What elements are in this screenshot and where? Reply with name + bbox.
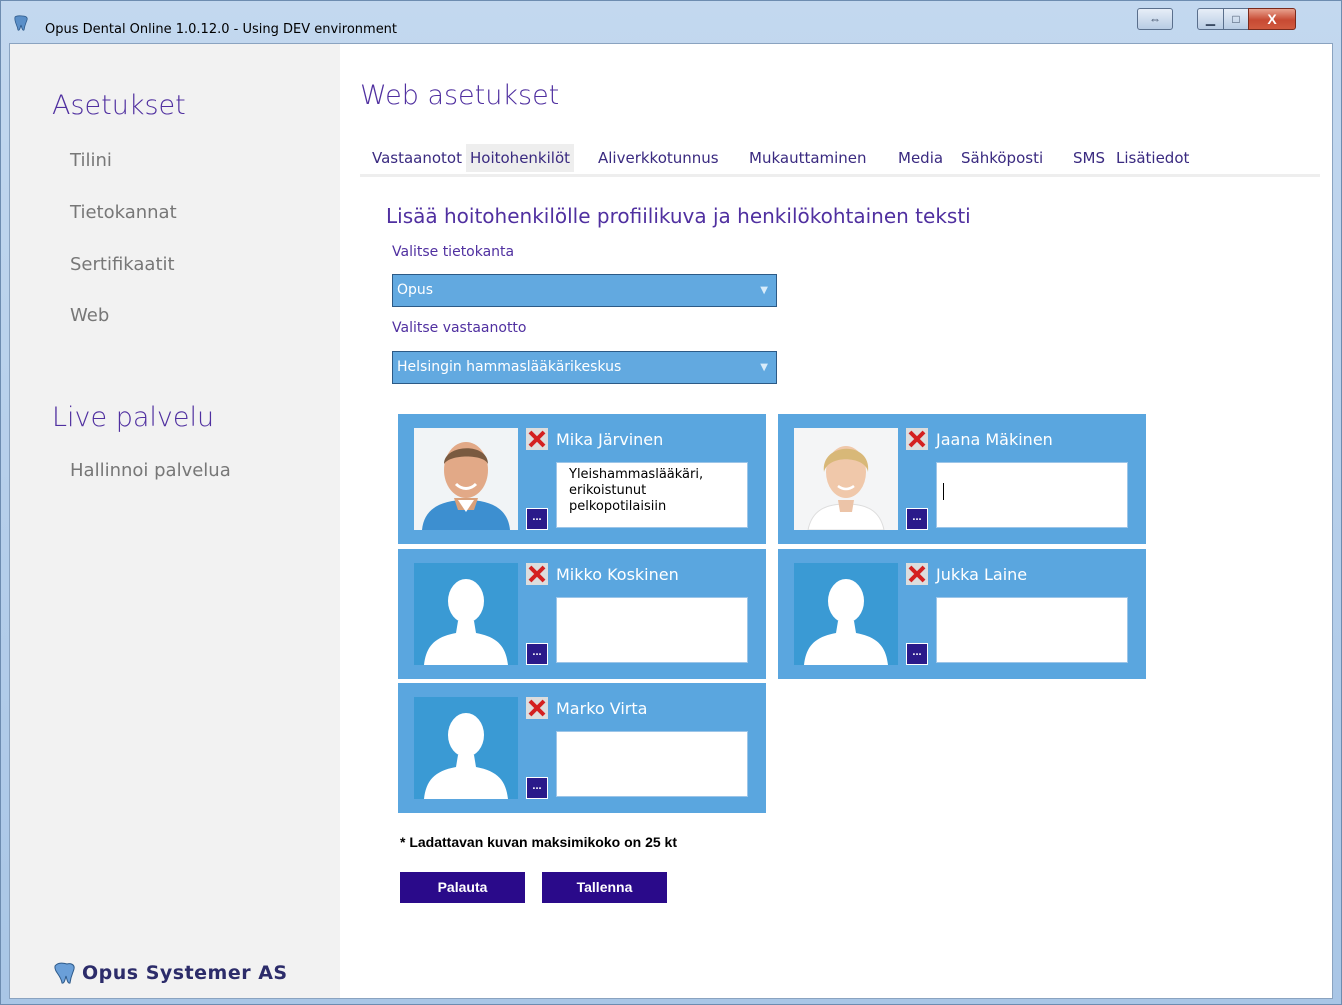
page-title: Web asetukset <box>360 80 560 111</box>
client-area: Asetukset Tilini Tietokannat Sertifikaat… <box>9 43 1333 999</box>
sidebar: Asetukset Tilini Tietokannat Sertifikaat… <box>10 44 340 998</box>
sidebar-item-hallinnoi-palvelua[interactable]: Hallinnoi palvelua <box>70 460 231 481</box>
delete-staff-button[interactable] <box>526 563 548 585</box>
sidebar-item-tietokannat[interactable]: Tietokannat <box>70 202 177 223</box>
app-window: Opus Dental Online 1.0.12.0 - Using DEV … <box>0 0 1342 1005</box>
window-title: Opus Dental Online 1.0.12.0 - Using DEV … <box>45 22 398 37</box>
close-icon <box>528 565 546 583</box>
staff-card: ... Jukka Laine <box>778 549 1146 679</box>
delete-staff-button[interactable] <box>526 428 548 450</box>
tooth-app-icon <box>14 15 28 31</box>
staff-name: Mika Järvinen <box>556 430 664 449</box>
staff-name: Jukka Laine <box>936 565 1028 584</box>
tab-hoitohenkilot[interactable]: Hoitohenkilöt <box>466 144 575 172</box>
tab-media[interactable]: Media <box>894 144 947 172</box>
person-placeholder-icon <box>794 563 898 665</box>
person-placeholder-icon <box>414 697 518 799</box>
logo-text: Opus Systemer AS <box>82 962 288 984</box>
staff-card: ... Mika Järvinen Yleishammaslääkäri, er… <box>398 414 766 544</box>
person-placeholder-icon <box>414 563 518 665</box>
text-caret <box>943 483 944 500</box>
database-select-value: Opus <box>397 282 434 298</box>
delete-staff-button[interactable] <box>906 428 928 450</box>
database-label: Valitse tietokanta <box>392 244 515 260</box>
staff-bio-textarea[interactable] <box>556 731 748 797</box>
sidebar-item-web[interactable]: Web <box>70 305 109 326</box>
browse-photo-button[interactable]: ... <box>906 643 928 665</box>
tab-vastaanotot[interactable]: Vastaanotot <box>368 144 466 172</box>
staff-card: ... Jaana Mäkinen <box>778 414 1146 544</box>
browse-photo-button[interactable]: ... <box>526 643 548 665</box>
staff-bio-textarea[interactable] <box>556 597 748 663</box>
staff-photo[interactable] <box>414 428 518 530</box>
main-content: Web asetukset Vastaanotot Hoitohenkilöt … <box>340 44 1332 998</box>
browse-photo-button[interactable]: ... <box>526 777 548 799</box>
clinic-select-value: Helsingin hammaslääkärikeskus <box>397 359 622 375</box>
tab-bar: Vastaanotot Hoitohenkilöt Aliverkkotunnu… <box>360 144 1320 177</box>
tab-lisatiedot[interactable]: Lisätiedot <box>1112 144 1193 172</box>
tooth-logo-icon <box>54 962 75 984</box>
clinic-select[interactable]: Helsingin hammaslääkärikeskus ▼ <box>392 351 777 384</box>
staff-card: ... Marko Virta <box>398 683 766 813</box>
sidebar-item-sertifikaatit[interactable]: Sertifikaatit <box>70 254 175 275</box>
database-select[interactable]: Opus ▼ <box>392 274 777 307</box>
close-icon <box>908 565 926 583</box>
save-button[interactable]: Tallenna <box>542 872 667 903</box>
upload-size-note: * Ladattavan kuvan maksimikoko on 25 kt <box>400 834 677 850</box>
staff-name: Marko Virta <box>556 699 648 718</box>
staff-bio-textarea[interactable]: Yleishammaslääkäri, erikoistunut pelkopo… <box>556 462 748 528</box>
maximize-button[interactable]: □ <box>1223 8 1249 30</box>
close-icon <box>908 430 926 448</box>
section-title: Lisää hoitohenkilölle profiilikuva ja he… <box>386 204 971 228</box>
reset-button[interactable]: Palauta <box>400 872 525 903</box>
staff-card: ... Mikko Koskinen <box>398 549 766 679</box>
sidebar-heading-asetukset: Asetukset <box>52 90 186 121</box>
clinic-label: Valitse vastaanotto <box>392 320 527 336</box>
close-icon <box>528 430 546 448</box>
staff-name: Mikko Koskinen <box>556 565 679 584</box>
chevron-down-icon: ▼ <box>760 285 768 296</box>
chevron-down-icon: ▼ <box>760 362 768 373</box>
resize-button[interactable]: ⇔ <box>1137 8 1173 30</box>
tab-sahkoposti[interactable]: Sähköposti <box>957 144 1047 172</box>
delete-staff-button[interactable] <box>906 563 928 585</box>
sidebar-heading-live-palvelu: Live palvelu <box>52 402 215 433</box>
sidebar-item-tilini[interactable]: Tilini <box>70 150 112 171</box>
minimize-button[interactable]: ▁ <box>1197 8 1224 30</box>
male-portrait-image <box>414 428 518 530</box>
browse-photo-button[interactable]: ... <box>906 508 928 530</box>
close-button[interactable]: X <box>1248 8 1296 30</box>
staff-photo[interactable] <box>414 563 518 665</box>
tab-sms[interactable]: SMS <box>1069 144 1109 172</box>
staff-bio-textarea[interactable] <box>936 462 1128 528</box>
staff-bio-textarea[interactable] <box>936 597 1128 663</box>
staff-photo[interactable] <box>414 697 518 799</box>
delete-staff-button[interactable] <box>526 697 548 719</box>
staff-photo[interactable] <box>794 428 898 530</box>
browse-photo-button[interactable]: ... <box>526 508 548 530</box>
tab-mukauttaminen[interactable]: Mukauttaminen <box>745 144 871 172</box>
staff-photo[interactable] <box>794 563 898 665</box>
close-icon <box>528 699 546 717</box>
tab-aliverkkotunnus[interactable]: Aliverkkotunnus <box>594 144 723 172</box>
staff-name: Jaana Mäkinen <box>936 430 1053 449</box>
company-logo: Opus Systemer AS <box>52 960 288 986</box>
female-portrait-image <box>794 428 898 530</box>
title-bar[interactable]: Opus Dental Online 1.0.12.0 - Using DEV … <box>1 1 1341 43</box>
